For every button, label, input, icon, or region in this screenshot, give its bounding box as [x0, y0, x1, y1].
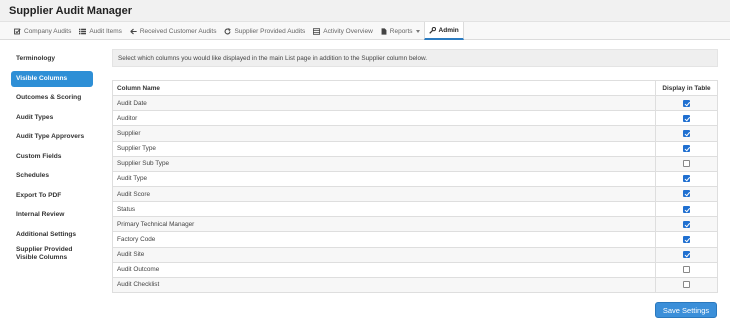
nav-audit-items[interactable]: Audit Items [75, 22, 126, 40]
sidebar-item-supplier-provided-visible-columns[interactable]: Supplier Provided Visible Columns [11, 244, 93, 266]
sidebar-item-visible-columns[interactable]: Visible Columns [11, 70, 93, 87]
wrench-icon [428, 26, 436, 34]
display-in-table-header: Display in Table [655, 79, 718, 97]
checkbox-edit-icon [14, 28, 21, 35]
table-row: Supplier Type [112, 140, 718, 157]
display-checkbox[interactable] [683, 251, 690, 259]
nav-label: Admin [438, 26, 459, 34]
display-checkbox[interactable] [683, 114, 690, 122]
nav-supplier-provided-audits[interactable]: Supplier Provided Audits [220, 22, 309, 40]
display-checkbox[interactable] [683, 235, 690, 243]
display-checkbox[interactable] [683, 266, 690, 274]
nav-received-customer-audits[interactable]: Received Customer Audits [126, 22, 221, 40]
table-row: Audit Outcome [112, 261, 718, 278]
column-name-cell: Factory Code [112, 231, 656, 248]
document-icon [381, 27, 387, 35]
table-row: Primary Technical Manager [112, 216, 718, 233]
table-row: Supplier Sub Type [112, 155, 718, 172]
sidebar-item-custom-fields[interactable]: Custom Fields [11, 147, 93, 167]
display-checkbox[interactable] [683, 281, 690, 289]
sidebar-item-internal-review[interactable]: Internal Review [11, 205, 93, 225]
display-toggle-cell [655, 140, 718, 157]
display-toggle-cell [655, 261, 718, 278]
display-checkbox[interactable] [683, 160, 690, 168]
app-title: Supplier Audit Manager [9, 5, 133, 17]
sidebar-item-terminology[interactable]: Terminology [11, 49, 93, 69]
title-bar: Supplier Audit Manager [0, 0, 730, 22]
nav-label: Activity Overview [323, 27, 373, 35]
display-checkbox[interactable] [683, 220, 690, 228]
display-checkbox[interactable] [683, 129, 690, 137]
column-name-cell: Audit Site [112, 246, 656, 263]
display-toggle-cell [655, 246, 718, 263]
column-name-cell: Audit Outcome [112, 261, 656, 278]
admin-sidebar: Terminology Visible Columns Outcomes & S… [11, 49, 93, 266]
table-row: Supplier [112, 125, 718, 142]
nav-label: Supplier Provided Audits [234, 27, 306, 35]
table-body: Audit Date Auditor Supplier Supplier Type Su… [112, 95, 718, 293]
instructions-text: Select which columns you would like disp… [118, 54, 428, 62]
table-row: Audit Score [112, 185, 718, 203]
nav-label: Received Customer Audits [139, 27, 217, 35]
nav-company-audits[interactable]: Company Audits [10, 22, 75, 40]
display-checkbox[interactable] [683, 205, 690, 213]
instructions-panel: Select which columns you would like disp… [112, 49, 718, 67]
display-toggle-cell [655, 231, 718, 248]
table-row: Auditor [112, 110, 718, 127]
refresh-icon [224, 27, 232, 35]
list-icon [79, 28, 87, 35]
display-checkbox[interactable] [683, 145, 690, 153]
display-checkbox[interactable] [683, 175, 690, 183]
display-toggle-cell [655, 170, 718, 187]
nav-admin[interactable]: Admin [423, 22, 464, 40]
nav-label: Audit Items [89, 27, 122, 35]
table-row: Audit Checklist [112, 276, 718, 293]
table-icon [313, 27, 321, 35]
display-toggle-cell [655, 95, 718, 112]
column-name-cell: Audit Type [112, 170, 656, 187]
display-toggle-cell [655, 125, 718, 142]
display-toggle-cell [655, 185, 718, 203]
column-name-cell: Primary Technical Manager [112, 216, 656, 233]
table-row: Factory Code [112, 231, 718, 248]
sidebar-item-outcomes-scoring[interactable]: Outcomes & Scoring [11, 88, 93, 108]
column-name-cell: Supplier Type [112, 140, 656, 157]
sidebar-item-schedules[interactable]: Schedules [11, 166, 93, 186]
display-toggle-cell [655, 155, 718, 172]
display-toggle-cell [655, 216, 718, 233]
sidebar-item-additional-settings[interactable]: Additional Settings [11, 225, 93, 245]
table-row: Status [112, 201, 718, 218]
sidebar-item-audit-type-approvers[interactable]: Audit Type Approvers [11, 127, 93, 147]
column-name-cell: Audit Checklist [112, 276, 656, 293]
sidebar-item-export-to-pdf[interactable]: Export To PDF [11, 186, 93, 206]
nav-activity-overview[interactable]: Activity Overview [309, 22, 376, 40]
display-toggle-cell [655, 276, 718, 293]
chevron-down-icon [415, 29, 420, 33]
column-name-cell: Audit Date [112, 95, 656, 112]
sidebar-item-audit-types[interactable]: Audit Types [11, 108, 93, 128]
save-settings-button[interactable]: Save Settings [655, 302, 717, 318]
display-checkbox[interactable] [683, 190, 690, 198]
column-name-cell: Auditor [112, 110, 656, 127]
table-row: Audit Type [112, 170, 718, 187]
column-name-cell: Audit Score [112, 185, 656, 203]
display-toggle-cell [655, 110, 718, 127]
nav-reports[interactable]: Reports [377, 22, 424, 40]
visible-columns-table: Column Name Display in Table Audit Date A… [112, 79, 718, 293]
table-row: Audit Site [112, 246, 718, 263]
display-toggle-cell [655, 201, 718, 218]
arrow-left-icon [130, 28, 137, 35]
column-name-cell: Supplier [112, 125, 656, 142]
table-header-row: Column Name Display in Table [112, 79, 718, 97]
top-nav: Company Audits Audit Items Received Cust… [0, 22, 730, 40]
column-name-cell: Status [112, 201, 656, 218]
column-name-header: Column Name [112, 79, 656, 97]
table-row: Audit Date [112, 95, 718, 112]
nav-label: Company Audits [24, 27, 72, 35]
column-name-cell: Supplier Sub Type [112, 155, 656, 172]
nav-label: Reports [389, 27, 413, 35]
display-checkbox[interactable] [683, 99, 690, 107]
